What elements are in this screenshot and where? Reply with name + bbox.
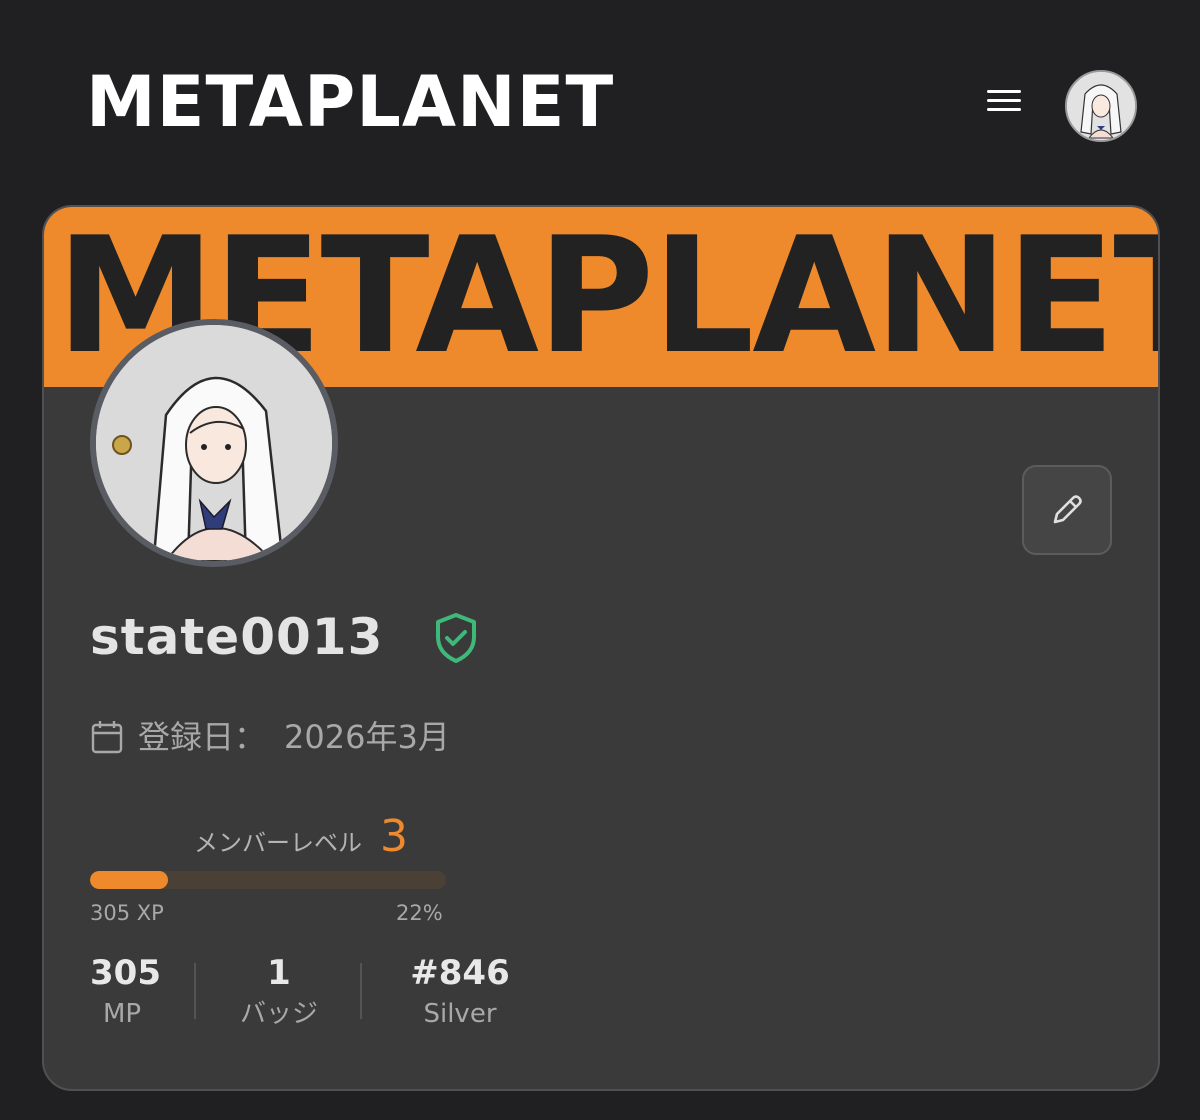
calendar-icon bbox=[91, 721, 123, 754]
member-level: メンバーレベル 3 bbox=[194, 811, 408, 862]
xp-progress-bar bbox=[90, 871, 446, 889]
xp-percent: 22% bbox=[396, 901, 443, 925]
join-date: 登録日： 2026年3月 bbox=[90, 717, 450, 757]
user-avatar[interactable] bbox=[1065, 70, 1137, 142]
member-level-label: メンバーレベル bbox=[194, 829, 362, 857]
stat-mp: 305 MP bbox=[90, 951, 161, 1033]
shield-check-icon bbox=[436, 613, 476, 663]
stat-value: 1 bbox=[267, 953, 291, 993]
stat-divider bbox=[360, 963, 362, 1019]
stat-divider bbox=[194, 963, 196, 1019]
stat-label: Silver bbox=[423, 999, 497, 1029]
xp-progress-fill bbox=[90, 871, 169, 889]
stat-value: #846 bbox=[410, 953, 510, 993]
profile-avatar bbox=[90, 319, 338, 567]
hamburger-icon[interactable] bbox=[982, 84, 1026, 120]
member-level-value: 3 bbox=[380, 811, 408, 862]
join-date-value: 2026年3月 bbox=[284, 718, 450, 756]
edit-profile-button[interactable] bbox=[1022, 465, 1112, 555]
username: state0013 bbox=[90, 608, 384, 666]
stat-label: MP bbox=[102, 999, 142, 1029]
stat-label: バッジ bbox=[239, 999, 318, 1029]
stat-value: 305 bbox=[90, 953, 161, 993]
xp-value: 305 XP bbox=[90, 901, 164, 925]
top-bar: METAPLANET bbox=[0, 0, 1200, 190]
stat-rank: #846 Silver bbox=[396, 951, 524, 1033]
profile-card: METAPLANET state0013 登録日： 2026年3月 メンバーレベ… bbox=[42, 205, 1160, 1091]
join-date-label: 登録日： bbox=[138, 718, 267, 756]
brand-logo[interactable]: METAPLANET bbox=[86, 62, 614, 142]
stat-badges: 1 バッジ bbox=[224, 951, 334, 1033]
pencil-icon bbox=[1053, 495, 1082, 524]
